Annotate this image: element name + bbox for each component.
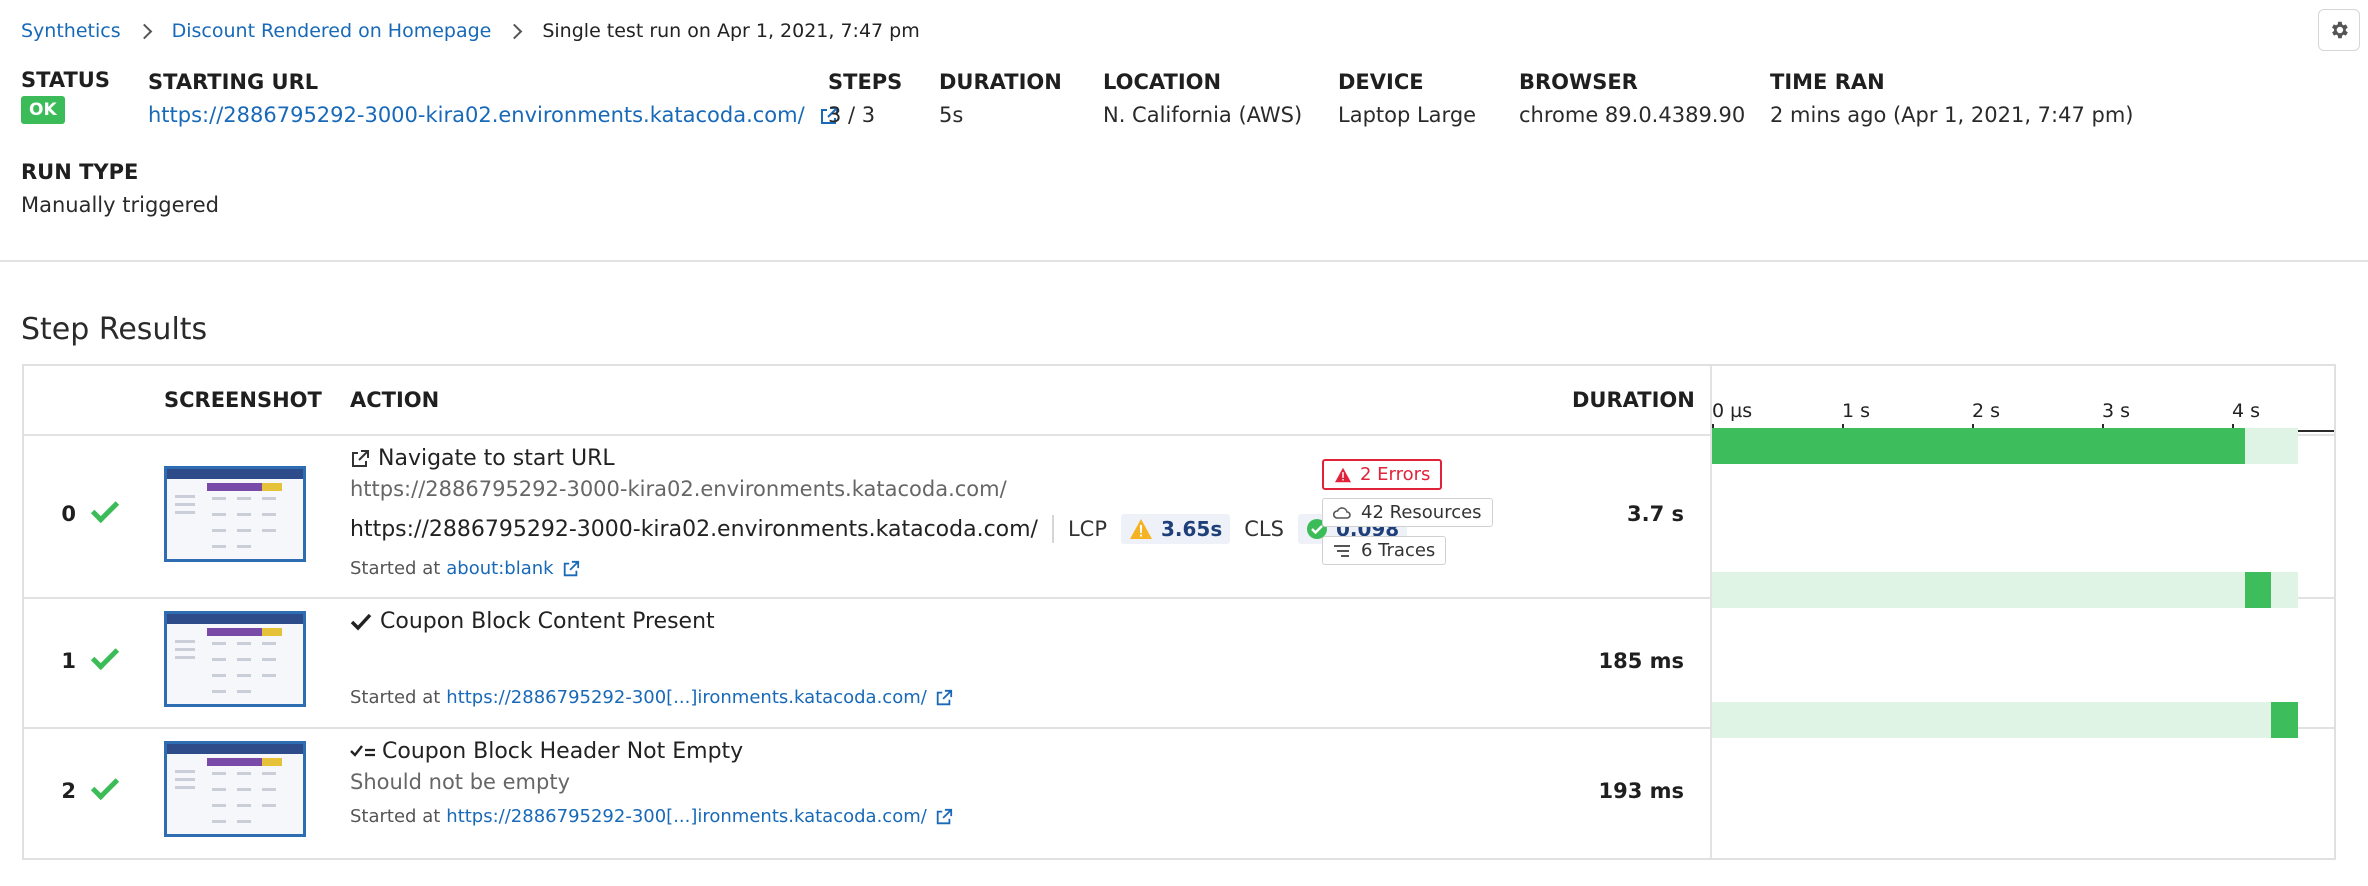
run-type-value: Manually triggered (21, 193, 219, 217)
col-header-duration: DURATION (1572, 388, 1695, 412)
device-value: Laptop Large (1338, 103, 1477, 127)
timeline-bars (1712, 366, 2334, 858)
chevron-right-icon (136, 23, 152, 39)
run-type-label: RUN TYPE (21, 160, 139, 184)
step-started-at: Started at about:blank (350, 558, 580, 579)
step-title-text: Navigate to start URL (378, 446, 615, 471)
traces-label: 6 Traces (1361, 540, 1436, 561)
step-screenshot-thumbnail[interactable] (164, 741, 306, 837)
step-subtitle: https://2886795292-3000-kira02.environme… (350, 477, 1007, 501)
col-header-screenshot: SCREENSHOT (164, 388, 322, 412)
location-label: LOCATION (1103, 70, 1222, 94)
started-link[interactable]: https://2886795292-300[...]ironments.kat… (446, 806, 927, 827)
started-label: Started at (350, 558, 441, 579)
step-url-metrics: https://2886795292-3000-kira02.environme… (350, 514, 1408, 544)
lcp-label: LCP (1067, 517, 1107, 541)
warning-icon (1335, 467, 1351, 482)
resources-icon (1333, 506, 1351, 519)
lcp-badge: 3.65s (1121, 514, 1231, 544)
section-title: Step Results (21, 312, 208, 347)
step-screenshot-thumbnail[interactable] (164, 466, 306, 562)
checkmark-icon (350, 613, 372, 631)
starting-url-label: STARTING URL (148, 70, 319, 94)
timeline-bar-step-0[interactable] (1712, 428, 2245, 464)
time-ran-value: 2 mins ago (Apr 1, 2021, 7:47 pm) (1770, 103, 2134, 127)
separator (1051, 515, 1054, 543)
table-row[interactable]: 2 Coupon Block Header Not Empty Should n… (24, 727, 1710, 858)
col-header-action: ACTION (350, 388, 440, 412)
gear-icon (2332, 21, 2348, 39)
timeline-bar-step-1[interactable] (2244, 572, 2271, 608)
step-title-text: Coupon Block Content Present (380, 609, 715, 634)
divider (0, 260, 2368, 262)
warning-icon (1130, 519, 1152, 539)
steps-label: STEPS (828, 70, 903, 94)
step-index: 2 (61, 779, 76, 803)
step-duration: 193 ms (1598, 779, 1684, 803)
breadcrumb: Synthetics Discount Rendered on Homepage… (21, 20, 920, 42)
breadcrumb-test[interactable]: Discount Rendered on Homepage (172, 20, 492, 42)
external-link-icon[interactable] (562, 560, 580, 578)
table-row[interactable]: 1 Coupon Block Content Present Started a… (24, 597, 1710, 727)
status-badge: OK (21, 96, 65, 124)
step-url: https://2886795292-3000-kira02.environme… (350, 516, 1038, 542)
duration-value: 5s (939, 103, 964, 127)
chevron-right-icon (507, 23, 523, 39)
breadcrumb-current: Single test run on Apr 1, 2021, 7:47 pm (542, 20, 920, 42)
started-link[interactable]: about:blank (446, 558, 553, 579)
starting-url[interactable]: https://2886795292-3000-kira02.environme… (148, 103, 839, 127)
settings-button[interactable] (2318, 9, 2360, 51)
lcp-value: 3.65s (1161, 517, 1223, 541)
time-ran-label: TIME RAN (1770, 70, 1885, 94)
step-duration: 3.7 s (1626, 502, 1684, 526)
step-index: 1 (61, 649, 76, 673)
step-action-title: Navigate to start URL (350, 446, 615, 471)
duration-label: DURATION (939, 70, 1062, 94)
resources-button[interactable]: 42 Resources (1322, 498, 1493, 527)
status-label: STATUS (21, 68, 110, 92)
device-label: DEVICE (1338, 70, 1424, 94)
timeline-bar-track (1712, 702, 2298, 738)
step-duration: 185 ms (1598, 649, 1684, 673)
timeline-bar-track (1712, 572, 2298, 608)
assertion-icon (350, 744, 375, 757)
step-screenshot-thumbnail[interactable] (164, 611, 306, 707)
started-label: Started at (350, 806, 441, 827)
errors-button[interactable]: 2 Errors (1322, 459, 1443, 490)
steps-value: 3 / 3 (828, 103, 876, 127)
check-icon (90, 771, 120, 801)
traces-icon (1334, 544, 1350, 557)
table-row[interactable]: 0 Navigate to start URL https://28867952… (24, 434, 1710, 597)
started-label: Started at (350, 687, 441, 708)
starting-url-link[interactable]: https://2886795292-3000-kira02.environme… (148, 103, 805, 127)
timeline-bar-step-2[interactable] (2270, 702, 2298, 738)
step-started-at: Started at https://2886795292-300[...]ir… (350, 806, 953, 827)
check-icon (90, 641, 120, 671)
external-link-icon[interactable] (935, 689, 953, 707)
cls-label: CLS (1244, 517, 1284, 541)
step-action-title: Coupon Block Content Present (350, 609, 715, 634)
browser-label: BROWSER (1519, 70, 1638, 94)
step-index: 0 (61, 502, 76, 526)
resources-label: 42 Resources (1361, 502, 1482, 523)
check-icon (90, 494, 120, 524)
location-value: N. California (AWS) (1103, 103, 1303, 127)
started-link[interactable]: https://2886795292-300[...]ironments.kat… (446, 687, 927, 708)
step-action-title: Coupon Block Header Not Empty (350, 739, 743, 764)
errors-label: 2 Errors (1360, 464, 1431, 485)
traces-button[interactable]: 6 Traces (1322, 536, 1447, 565)
external-link-icon (352, 449, 369, 467)
step-title-text: Coupon Block Header Not Empty (382, 739, 744, 764)
breadcrumb-synthetics[interactable]: Synthetics (21, 20, 121, 42)
step-subtitle: Should not be empty (350, 770, 570, 794)
external-link-icon[interactable] (935, 808, 953, 826)
step-results-table: SCREENSHOT ACTION DURATION 0 µs 1 s2 s3 s… (22, 364, 2336, 860)
step-started-at: Started at https://2886795292-300[...]ir… (350, 687, 953, 708)
browser-value: chrome 89.0.4389.90 (1519, 103, 1746, 127)
